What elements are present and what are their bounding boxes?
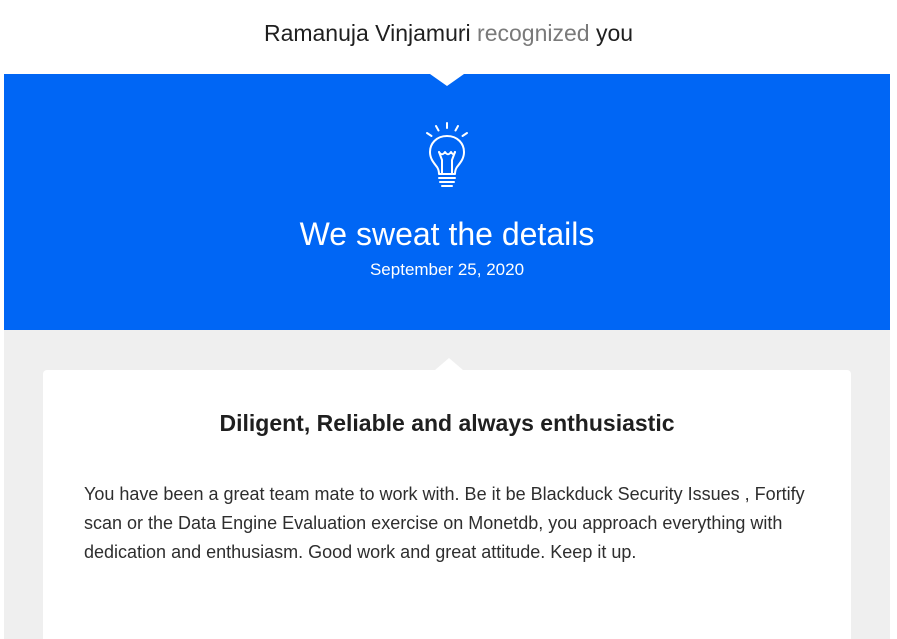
recognition-page: Ramanuja Vinjamuri recognized you We swe… bbox=[0, 0, 897, 639]
giver-name: Ramanuja Vinjamuri bbox=[263, 20, 471, 46]
recognition-date: September 25, 2020 bbox=[369, 260, 525, 279]
message-title: Diligent, Reliable and always enthusiast… bbox=[219, 410, 675, 436]
card-notch bbox=[435, 358, 463, 370]
recognition-verb: recognized bbox=[477, 20, 590, 46]
value-banner: We sweat the details September 25, 2020 bbox=[4, 74, 890, 330]
recognition-header: Ramanuja Vinjamuri recognized you bbox=[0, 18, 897, 48]
lightbulb-icon bbox=[426, 122, 468, 187]
recipient-label: you bbox=[595, 20, 634, 46]
value-title: We sweat the details bbox=[299, 216, 595, 252]
message-body: You have been a great team mate to work … bbox=[84, 484, 805, 562]
message-card: Diligent, Reliable and always enthusiast… bbox=[43, 358, 851, 639]
banner-notch bbox=[430, 74, 464, 86]
